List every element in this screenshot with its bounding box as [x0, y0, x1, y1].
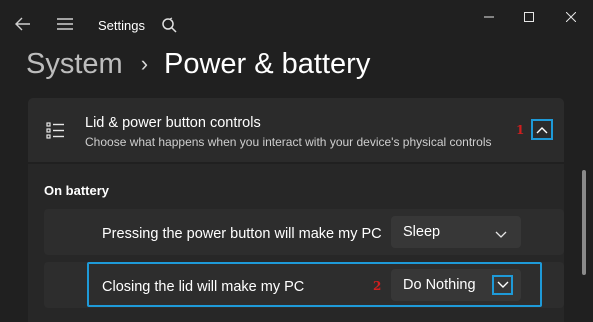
breadcrumb: System › Power & battery	[26, 44, 370, 84]
section-label: On battery	[44, 183, 110, 198]
breadcrumb-system[interactable]: System	[26, 48, 123, 81]
collapse-button[interactable]	[531, 119, 553, 140]
highlight-box	[87, 262, 542, 307]
card-description: Choose what happens when you interact wi…	[85, 135, 492, 149]
scrollbar[interactable]	[582, 170, 586, 275]
close-button[interactable]	[548, 4, 593, 30]
chevron-down-icon	[495, 226, 509, 238]
maximize-button[interactable]	[506, 4, 552, 30]
list-icon	[46, 120, 66, 140]
page-title: Power & battery	[164, 47, 371, 80]
chevron-up-icon	[536, 121, 548, 139]
lid-power-controls-header[interactable]: Lid & power button controls Choose what …	[28, 98, 564, 162]
title-bar: Settings	[0, 0, 593, 46]
app-title: Settings	[98, 18, 145, 33]
search-icon[interactable]	[158, 14, 180, 36]
hamburger-menu-icon[interactable]	[52, 10, 78, 38]
breadcrumb-separator: ›	[140, 51, 149, 76]
power-button-label: Pressing the power button will make my P…	[102, 226, 382, 242]
step-number-1: 1	[516, 123, 525, 137]
power-button-dropdown[interactable]: Sleep	[391, 216, 521, 248]
dropdown-value: Sleep	[403, 224, 441, 240]
back-arrow-icon[interactable]	[10, 10, 36, 38]
card-title: Lid & power button controls	[85, 115, 261, 131]
